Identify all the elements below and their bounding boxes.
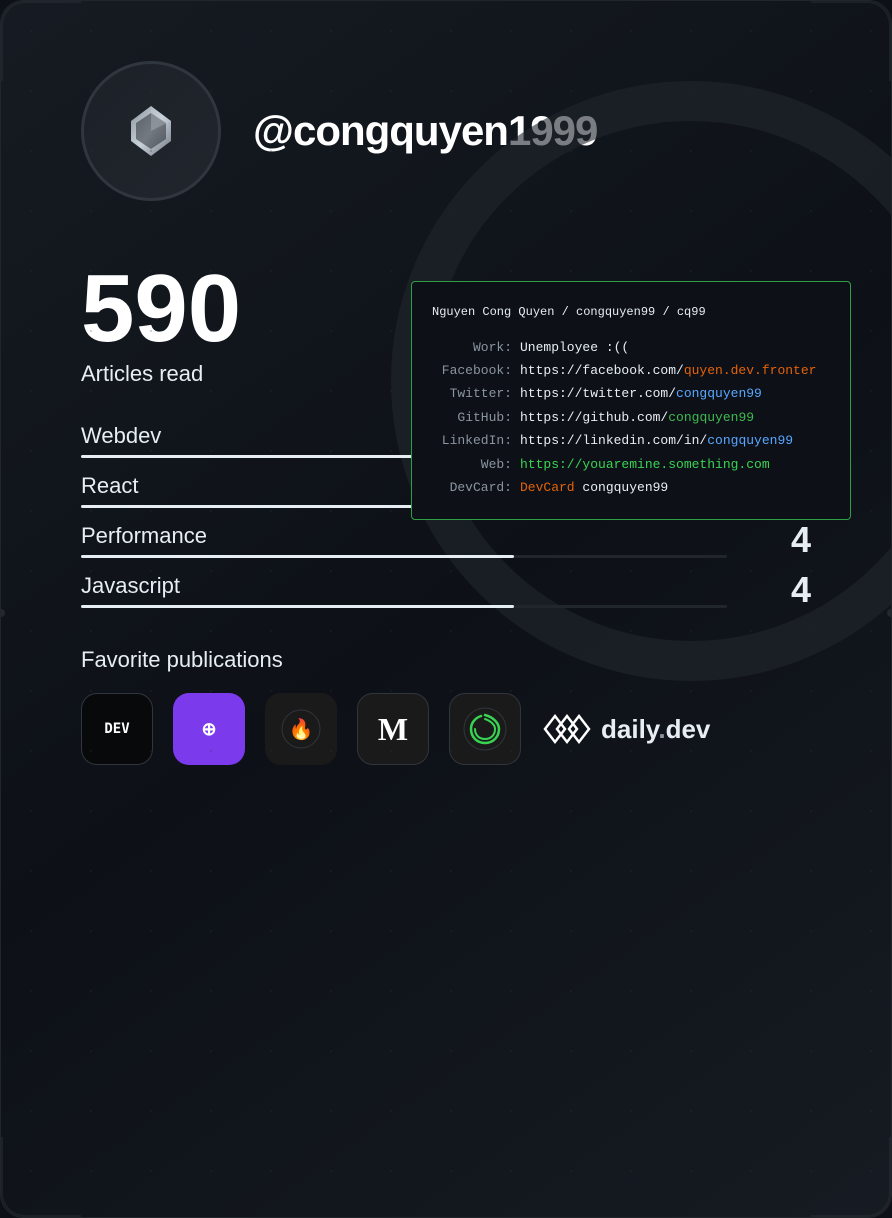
topic-bar-track-performance	[81, 555, 727, 558]
terminal-row-github: GitHub: https://github.com/congquyen99	[432, 406, 830, 429]
topic-name-javascript: Javascript	[81, 573, 727, 599]
terminal-label-linkedin: LinkedIn:	[432, 429, 512, 452]
devcard-link: DevCard	[520, 480, 575, 495]
terminal-label-web: Web:	[432, 453, 512, 476]
dailydev-text: daily.dev	[601, 714, 710, 745]
topic-name-performance: Performance	[81, 523, 727, 549]
profile-card: @congquyen1999 Nguyen Cong Quyen / congq…	[0, 0, 892, 1218]
ahrefs-svg	[463, 707, 507, 751]
terminal-label-twitter: Twitter:	[432, 382, 512, 405]
right-dot-connector	[887, 609, 892, 617]
terminal-label-facebook: Facebook:	[432, 359, 512, 382]
profile-header: @congquyen1999	[81, 61, 811, 201]
github-link: congquyen99	[668, 410, 754, 425]
fav-pubs-label: Favorite publications	[81, 647, 811, 673]
pub-ahrefs-icon	[449, 693, 521, 765]
terminal-label-github: GitHub:	[432, 406, 512, 429]
left-dot-connector	[0, 609, 5, 617]
dailydev-dot: .	[658, 714, 665, 744]
dailydev-daily: daily	[601, 714, 658, 744]
topic-info-performance: Performance	[81, 523, 727, 558]
terminal-label-devcard: DevCard:	[432, 476, 512, 499]
terminal-row-linkedin: LinkedIn: https://linkedin.com/in/congqu…	[432, 429, 830, 452]
pub-medium-icon: M	[357, 693, 429, 765]
terminal-value-facebook: https://facebook.com/quyen.dev.fronter	[520, 359, 816, 382]
pub-producthunt-icon: ⊕	[173, 693, 245, 765]
publications-row: DEV ⊕ 🔥 M	[81, 693, 811, 765]
topic-count-performance: 4	[751, 519, 811, 561]
linkedin-link: congquyen99	[707, 433, 793, 448]
terminal-row-twitter: Twitter: https://twitter.com/congquyen99	[432, 382, 830, 405]
svg-text:🔥: 🔥	[289, 717, 314, 741]
facebook-link: quyen.dev.fronter	[684, 363, 817, 378]
fcc-svg: 🔥	[281, 709, 321, 749]
corner-decoration-tl	[1, 1, 81, 81]
terminal-row-web: Web: https://youaremine.something.com	[432, 453, 830, 476]
corner-decoration-br	[811, 1137, 891, 1217]
terminal-header: Nguyen Cong Quyen / congquyen99 / cq99	[432, 302, 830, 324]
terminal-row-facebook: Facebook: https://facebook.com/quyen.dev…	[432, 359, 830, 382]
corner-decoration-bl	[1, 1137, 81, 1217]
topic-bar-fill-javascript	[81, 605, 514, 608]
terminal-value-linkedin: https://linkedin.com/in/congquyen99	[520, 429, 793, 452]
pub-dev-icon: DEV	[81, 693, 153, 765]
producthunt-svg: ⊕	[191, 711, 227, 747]
terminal-value-github: https://github.com/congquyen99	[520, 406, 754, 429]
dailydev-logo-svg	[541, 710, 593, 748]
avatar	[81, 61, 221, 201]
topic-info-javascript: Javascript	[81, 573, 727, 608]
username: @congquyen1999	[253, 107, 597, 155]
terminal-label-work: Work:	[432, 336, 512, 359]
svg-text:⊕: ⊕	[201, 719, 216, 739]
terminal-row-devcard: DevCard: DevCard congquyen99	[432, 476, 830, 499]
corner-decoration-tr	[811, 1, 891, 81]
topic-row-javascript: Javascript 4	[81, 569, 811, 611]
topic-bar-track-javascript	[81, 605, 727, 608]
avatar-icon	[121, 101, 181, 161]
topic-bar-fill-performance	[81, 555, 514, 558]
terminal-row-work: Work: Unemployee :((	[432, 336, 830, 359]
dailydev-dev: dev	[666, 714, 711, 744]
pub-fcc-icon: 🔥	[265, 693, 337, 765]
web-link: https://youaremine.something.com	[520, 453, 770, 476]
terminal-value-work: Unemployee :((	[520, 336, 629, 359]
twitter-link: congquyen99	[676, 386, 762, 401]
topic-row-performance: Performance 4	[81, 519, 811, 561]
terminal-value-twitter: https://twitter.com/congquyen99	[520, 382, 762, 405]
terminal-card: Nguyen Cong Quyen / congquyen99 / cq99 W…	[411, 281, 851, 520]
topic-count-javascript: 4	[751, 569, 811, 611]
pub-dailydev-icon: daily.dev	[541, 710, 710, 748]
terminal-value-devcard: DevCard congquyen99	[520, 476, 668, 499]
